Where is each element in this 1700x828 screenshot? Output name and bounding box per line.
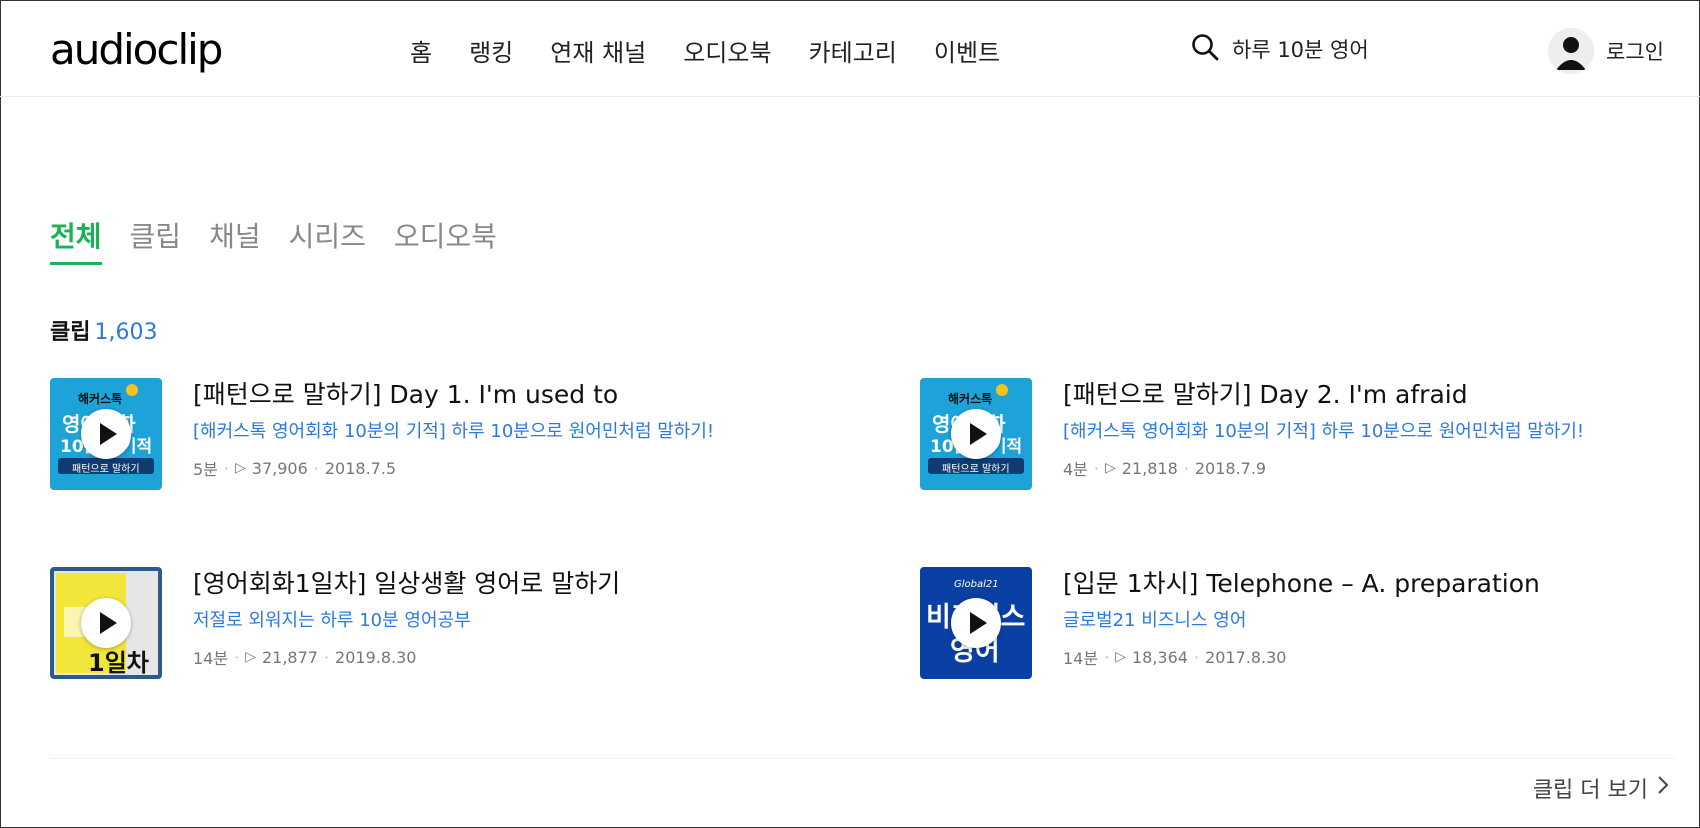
login-area[interactable]: 로그인 <box>1548 28 1664 74</box>
clip-title[interactable]: [패턴으로 말하기] Day 2. I'm afraid <box>1063 378 1683 412</box>
clip-info: [패턴으로 말하기] Day 1. I'm used to [해커스톡 영어회화… <box>193 378 813 480</box>
tab-clip[interactable]: 클립 <box>130 218 182 265</box>
search-input[interactable] <box>1232 37 1452 61</box>
thumb-text: 해커스톡 <box>78 392 123 406</box>
section-count: 1,603 <box>94 320 158 345</box>
play-icon[interactable] <box>81 409 131 459</box>
separator-dot: · <box>313 458 319 478</box>
section-divider <box>50 758 1674 759</box>
nav-event[interactable]: 이벤트 <box>934 36 1000 70</box>
clip-date: 2018.7.5 <box>324 458 397 478</box>
play-icon[interactable] <box>81 598 131 648</box>
clip-plays: 37,906 <box>251 458 308 478</box>
chevron-right-icon <box>1656 774 1670 802</box>
clip-title[interactable]: [영어회화1일차] 일상생활 영어로 말하기 <box>193 567 813 601</box>
play-count-icon: ▷ <box>245 649 256 665</box>
clip-thumbnail[interactable]: Global21 비즈니스 영어 <box>920 567 1032 679</box>
nav-audiobook[interactable]: 오디오북 <box>683 36 771 70</box>
thumb-text: Global21 <box>954 579 999 590</box>
clip-channel[interactable]: 글로벌21 비즈니스 영어 <box>1063 609 1683 633</box>
clip-date: 2019.8.30 <box>335 647 417 667</box>
separator-dot: · <box>1193 647 1200 667</box>
clip-thumbnail[interactable]: 해커스톡 영어회화 10분의 기적 패턴으로 말하기 <box>920 378 1032 490</box>
clip-date: 2018.7.9 <box>1194 458 1267 478</box>
clip-title[interactable]: [입문 1차시] Telephone – A. preparation <box>1063 567 1683 601</box>
clip-info: [입문 1차시] Telephone – A. preparation 글로벌2… <box>1063 567 1683 669</box>
play-count-icon: ▷ <box>1105 460 1116 476</box>
separator-dot: · <box>1093 458 1099 478</box>
clip-thumbnail[interactable]: 해커스톡 영어회화 10분의 기적 패턴으로 말하기 <box>50 378 162 490</box>
search-box <box>1190 32 1452 66</box>
clip-item[interactable]: 해커스톡 영어회화 10분의 기적 패턴으로 말하기 [패턴으로 말하기] Da… <box>920 378 1680 490</box>
clip-item[interactable]: 1일차 [영어회화1일차] 일상생활 영어로 말하기 저절로 외워지는 하루 1… <box>50 567 810 679</box>
clip-info: [영어회화1일차] 일상생활 영어로 말하기 저절로 외워지는 하루 10분 영… <box>193 567 813 669</box>
tab-series[interactable]: 시리즈 <box>289 218 366 265</box>
main-nav: 홈 랭킹 연재 채널 오디오북 카테고리 이벤트 <box>410 36 1000 70</box>
play-icon[interactable] <box>951 409 1001 459</box>
clip-channel[interactable]: [해커스톡 영어회화 10분의 기적] 하루 10분으로 원어민처럼 말하기! <box>193 420 813 444</box>
clip-info: [패턴으로 말하기] Day 2. I'm afraid [해커스톡 영어회화 … <box>1063 378 1683 480</box>
nav-category[interactable]: 카테고리 <box>809 36 897 70</box>
clip-duration: 14분 <box>193 649 229 668</box>
clip-thumbnail[interactable]: 1일차 <box>50 567 162 679</box>
more-clips-label[interactable]: 클립 더 보기 <box>1533 772 1648 804</box>
clip-meta: 14분 · ▷ 18,364 · 2017.8.30 <box>1063 645 1683 669</box>
clip-meta: 5분 · ▷ 37,906 · 2018.7.5 <box>193 456 813 480</box>
nav-home[interactable]: 홈 <box>410 36 432 70</box>
separator-dot: · <box>234 647 240 667</box>
login-link[interactable]: 로그인 <box>1606 36 1664 66</box>
separator-dot: · <box>1104 647 1110 667</box>
clip-plays: 21,877 <box>261 647 318 667</box>
play-icon[interactable] <box>951 598 1001 648</box>
thumb-text: 해커스톡 <box>948 392 993 406</box>
tab-audiobook[interactable]: 오디오북 <box>394 218 497 265</box>
separator-dot: · <box>1183 458 1189 478</box>
clip-meta: 14분 · ▷ 21,877 · 2019.8.30 <box>193 645 813 669</box>
user-avatar-icon[interactable] <box>1548 28 1594 74</box>
clip-plays: 21,818 <box>1121 458 1178 478</box>
clip-channel[interactable]: 저절로 외워지는 하루 10분 영어공부 <box>193 609 813 633</box>
clip-meta: 4분 · ▷ 21,818 · 2018.7.9 <box>1063 456 1683 480</box>
site-header: audioclip 홈 랭킹 연재 채널 오디오북 카테고리 이벤트 로그인 <box>0 0 1700 97</box>
thumb-text: 패턴으로 말하기 <box>72 464 140 475</box>
clip-duration: 4분 <box>1063 460 1088 479</box>
play-count-icon: ▷ <box>235 460 246 476</box>
clip-item[interactable]: Global21 비즈니스 영어 [입문 1차시] Telephone – A.… <box>920 567 1680 679</box>
section-label: 클립 <box>50 320 91 345</box>
thumb-text: 패턴으로 말하기 <box>942 464 1010 475</box>
clip-channel[interactable]: [해커스톡 영어회화 10분의 기적] 하루 10분으로 원어민처럼 말하기! <box>1063 420 1683 444</box>
clip-title[interactable]: [패턴으로 말하기] Day 1. I'm used to <box>193 378 813 412</box>
audioclip-logo[interactable]: audioclip <box>50 26 223 74</box>
clip-duration: 5분 <box>193 460 218 479</box>
separator-dot: · <box>223 458 229 478</box>
tab-channel[interactable]: 채널 <box>209 218 261 265</box>
more-clips-link[interactable]: 클립 더 보기 <box>1533 772 1670 804</box>
clip-item[interactable]: 해커스톡 영어회화 10분의 기적 패턴으로 말하기 [패턴으로 말하기] Da… <box>50 378 810 490</box>
separator-dot: · <box>323 647 330 667</box>
thumb-text: 1일차 <box>88 649 149 677</box>
clip-duration: 14분 <box>1063 649 1099 668</box>
search-icon[interactable] <box>1190 32 1220 66</box>
nav-ranking[interactable]: 랭킹 <box>469 36 513 70</box>
clip-section-title: 클립 1,603 <box>50 314 157 346</box>
clip-plays: 18,364 <box>1131 647 1188 667</box>
play-count-icon: ▷ <box>1115 649 1126 665</box>
clip-date: 2017.8.30 <box>1205 647 1287 667</box>
result-tabs: 전체 클립 채널 시리즈 오디오북 <box>50 218 497 265</box>
tab-all[interactable]: 전체 <box>50 218 102 265</box>
nav-series-channel[interactable]: 연재 채널 <box>550 36 646 70</box>
